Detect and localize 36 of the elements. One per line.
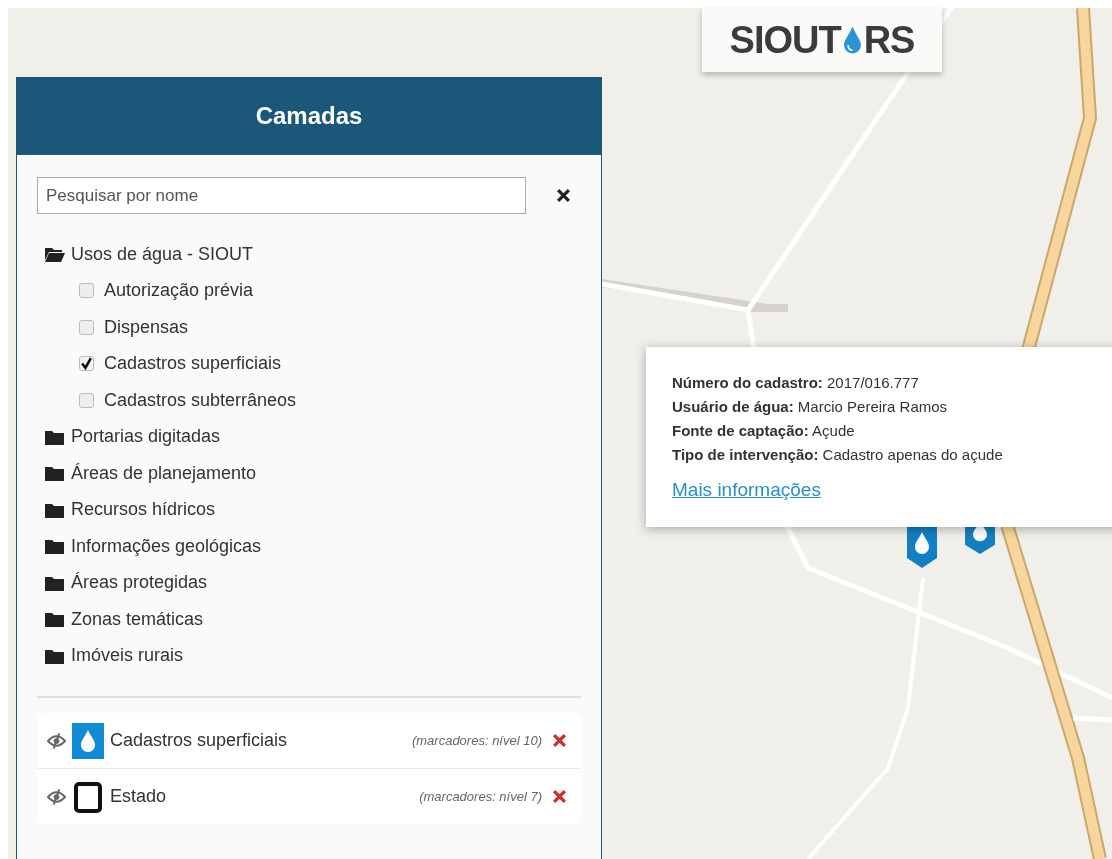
- search-field[interactable]: Pesquisar por nome: [37, 177, 526, 214]
- folder-item[interactable]: Informações geológicas: [45, 528, 581, 565]
- folder-item[interactable]: Usos de água - SIOUT: [45, 236, 581, 273]
- more-info-link[interactable]: Mais informações: [672, 479, 821, 501]
- checkbox[interactable]: [79, 392, 94, 408]
- layer-option[interactable]: Cadastros superficiais: [45, 345, 581, 382]
- drop-icon: [843, 26, 861, 54]
- logo-text: RS: [863, 18, 915, 62]
- layer-option[interactable]: Cadastros subterrâneos: [45, 382, 581, 419]
- layer-option[interactable]: Dispensas: [45, 309, 581, 346]
- drop-symbol-icon: [72, 722, 104, 759]
- layer-note: (marcadores: nível 7): [419, 789, 542, 804]
- eye-slash-icon[interactable]: [47, 788, 66, 805]
- folder-item[interactable]: Áreas protegidas: [45, 564, 581, 601]
- info-line: Fonte de captação: Açude: [672, 421, 856, 441]
- layer-name: Estado: [110, 786, 167, 807]
- layer-option[interactable]: Autorização prévia: [45, 272, 581, 309]
- folder-item[interactable]: Recursos hídricos: [45, 491, 581, 528]
- checkbox[interactable]: [79, 319, 94, 335]
- layer-note: (marcadores: nível 10): [411, 733, 542, 748]
- layer-name: Cadastros superficiais: [110, 730, 288, 751]
- info-line: Número do cadastro: 2017/016.777: [672, 373, 920, 393]
- checkbox[interactable]: [79, 283, 94, 299]
- eye-slash-icon[interactable]: [47, 732, 66, 749]
- remove-icon[interactable]: [552, 733, 567, 748]
- folder-item[interactable]: Áreas de planejamento: [45, 455, 581, 492]
- folder-item[interactable]: Imóveis rurais: [45, 637, 581, 674]
- info-line: Usuário de água: Marcio Pereira Ramos: [672, 397, 949, 417]
- checkbox[interactable]: [79, 356, 94, 372]
- logo-text: SIOUT: [729, 18, 841, 62]
- panel-title: Camadas: [255, 102, 363, 130]
- folder-item[interactable]: Portarias digitadas: [45, 418, 581, 455]
- info-line: Tipo de intervenção: Cadastro apenas do açude: [672, 445, 1004, 465]
- close-icon[interactable]: [556, 188, 571, 203]
- folder-item[interactable]: Zonas temáticas: [45, 601, 581, 638]
- remove-icon[interactable]: [552, 789, 567, 804]
